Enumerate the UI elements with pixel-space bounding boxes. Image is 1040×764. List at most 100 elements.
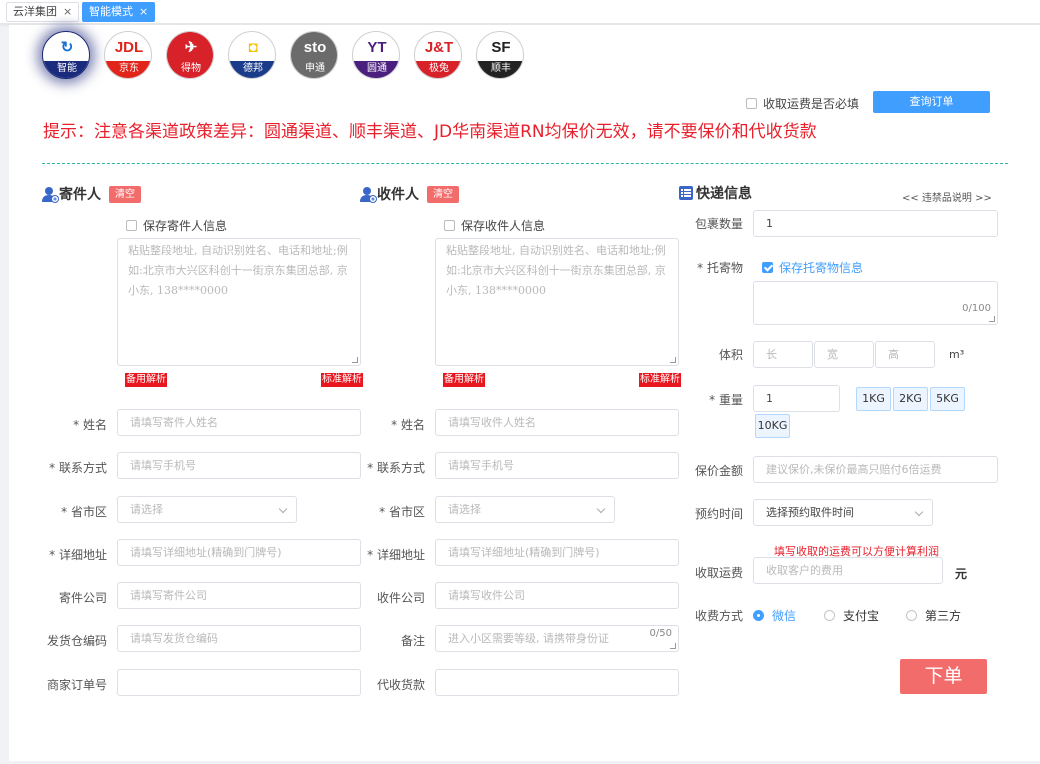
height-input[interactable]: 高 <box>875 341 935 368</box>
receiver-title: 收件人 清空 <box>360 184 459 204</box>
carrier-name: 智能 <box>43 61 89 78</box>
receiver-field-input[interactable]: 进入小区需要等级, 请携带身份证 0/50 <box>435 625 679 652</box>
user-icon <box>42 186 59 203</box>
sender-title-text: 寄件人 <box>59 187 101 203</box>
carrier-jt[interactable]: J&T 极兔 <box>414 31 462 79</box>
save-receiver-toggle[interactable]: 保存收件人信息 <box>444 217 545 234</box>
receiver-backup-parse-button[interactable]: 备用解析 <box>443 373 485 387</box>
weight-preset-2kg[interactable]: 2KG <box>893 387 928 411</box>
sender-field-input[interactable]: 请填写发货仓编码 <box>117 625 361 652</box>
resize-grip-icon[interactable] <box>670 357 676 363</box>
remark-counter: 0/50 <box>649 628 672 639</box>
payment-alipay-radio[interactable]: 支付宝 <box>824 607 879 624</box>
tab-yunyang[interactable]: 云洋集团 × <box>6 2 80 22</box>
carrier-name: 顺丰 <box>477 61 523 78</box>
sender-field-input[interactable]: 请填写寄件人姓名 <box>117 409 361 436</box>
sender-field-input[interactable]: 请填写详细地址(精确到门牌号) <box>117 539 361 566</box>
carrier-debang[interactable]: ✈ 得物 <box>166 31 214 79</box>
field-placeholder: 请选择 <box>448 503 481 516</box>
paste-placeholder: 粘贴整段地址, 自动识别姓名、电话和地址;例如:北京市大兴区科创十一街京东集团总… <box>446 244 666 297</box>
prohibited-items-link[interactable]: << 违禁品说明 >> <box>902 189 992 204</box>
field-placeholder: 请填写发货仓编码 <box>130 632 218 645</box>
radio-checked-icon[interactable] <box>753 610 764 621</box>
sender-field-input[interactable] <box>117 669 361 696</box>
carrier-name: 得物 <box>167 61 213 78</box>
length-input[interactable]: 长 <box>753 341 813 368</box>
weight-preset-5kg[interactable]: 5KG <box>930 387 965 411</box>
checkbox-checked-icon[interactable] <box>762 262 773 273</box>
resize-grip-icon[interactable] <box>989 316 995 322</box>
user-icon <box>360 186 377 203</box>
carrier-sf[interactable]: SF 顺丰 <box>476 31 524 79</box>
insured-input[interactable]: 建议保价,未保价最高只赔付6倍运费 <box>753 456 998 483</box>
receiver-field-input[interactable]: 请填写详细地址(精确到门牌号) <box>435 539 679 566</box>
tab-smart-mode[interactable]: 智能模式 × <box>82 2 156 22</box>
query-order-button[interactable]: 查询订单 <box>873 91 990 113</box>
receiver-field-input[interactable]: 请填写收件公司 <box>435 582 679 609</box>
sender-backup-parse-button[interactable]: 备用解析 <box>125 373 167 387</box>
sender-field-input[interactable]: 请填写寄件公司 <box>117 582 361 609</box>
receiver-region-select[interactable]: 请选择 <box>435 496 615 523</box>
resize-grip-icon[interactable] <box>670 643 676 649</box>
pickup-label: 预约时间 <box>694 507 743 521</box>
weight-preset-10kg[interactable]: 10KG <box>755 414 790 438</box>
sender-field-label: * 省市区 <box>61 505 107 519</box>
submit-order-button[interactable]: 下单 <box>900 659 987 694</box>
checkbox-icon[interactable] <box>746 98 757 109</box>
sender-field-label: * 联系方式 <box>49 461 107 475</box>
carrier-deppon[interactable]: ◘ 德邦 <box>228 31 276 79</box>
freight-required-label: 收取运费是否必填 <box>763 97 860 111</box>
carrier-smart[interactable]: ↻ 智能 <box>42 31 90 79</box>
carrier-sto[interactable]: sto 申通 <box>290 31 338 79</box>
receiver-standard-parse-button[interactable]: 标准解析 <box>639 373 681 387</box>
close-icon[interactable]: × <box>139 5 148 18</box>
sender-field-label: * 详细地址 <box>49 548 107 562</box>
resize-grip-icon[interactable] <box>352 357 358 363</box>
save-sender-toggle[interactable]: 保存寄件人信息 <box>126 217 227 234</box>
freight-required-toggle[interactable]: 收取运费是否必填 <box>746 95 859 112</box>
receiver-field-input[interactable] <box>435 669 679 696</box>
pickup-select[interactable]: 选择预约取件时间 <box>753 499 933 526</box>
carrier-logo-icon: SF <box>491 38 511 56</box>
carrier-yto[interactable]: YT 圆通 <box>352 31 400 79</box>
freight-label: 收取运费 <box>694 566 743 580</box>
payment-label: 收费方式 <box>694 609 743 623</box>
tab-label: 云洋集团 <box>13 5 57 18</box>
sender-paste-textarea[interactable]: 粘贴整段地址, 自动识别姓名、电话和地址;例如:北京市大兴区科创十一街京东集团总… <box>117 238 361 366</box>
save-receiver-label: 保存收件人信息 <box>461 219 546 233</box>
sender-clear-button[interactable]: 清空 <box>109 185 141 203</box>
sender-title: 寄件人 清空 <box>42 184 141 204</box>
receiver-paste-textarea[interactable]: 粘贴整段地址, 自动识别姓名、电话和地址;例如:北京市大兴区科创十一街京东集团总… <box>435 238 679 366</box>
receiver-clear-button[interactable]: 清空 <box>427 185 459 203</box>
save-sender-label: 保存寄件人信息 <box>143 219 228 233</box>
carrier-logo-icon: YT <box>367 38 387 56</box>
payment-wechat-radio[interactable]: 微信 <box>753 607 796 624</box>
weight-label: * 重量 <box>709 393 743 407</box>
receiver-field-label: 收件公司 <box>376 591 425 605</box>
radio-icon[interactable] <box>824 610 835 621</box>
width-input[interactable]: 宽 <box>814 341 874 368</box>
paste-placeholder: 粘贴整段地址, 自动识别姓名、电话和地址;例如:北京市大兴区科创十一街京东集团总… <box>128 244 348 297</box>
field-placeholder: 进入小区需要等级, 请携带身份证 <box>448 632 609 645</box>
save-item-toggle[interactable]: 保存托寄物信息 <box>762 259 863 276</box>
close-icon[interactable]: × <box>63 5 72 18</box>
package-count-input[interactable]: 1 <box>753 210 998 237</box>
carrier-jdl[interactable]: JDL 京东 <box>104 31 152 79</box>
sender-standard-parse-button[interactable]: 标准解析 <box>321 373 363 387</box>
item-textarea[interactable]: 0/100 <box>753 281 998 325</box>
express-title-text: 快递信息 <box>696 186 752 202</box>
payment-thirdparty-radio[interactable]: 第三方 <box>906 607 961 624</box>
weight-preset-1kg[interactable]: 1KG <box>856 387 891 411</box>
payment-option-label: 第三方 <box>925 609 962 623</box>
sender-region-select[interactable]: 请选择 <box>117 496 297 523</box>
radio-icon[interactable] <box>906 610 917 621</box>
chevron-down-icon <box>596 504 606 514</box>
sender-field-input[interactable]: 请填写手机号 <box>117 452 361 479</box>
receiver-field-input[interactable]: 请填写手机号 <box>435 452 679 479</box>
freight-input[interactable]: 收取客户的费用 <box>753 557 943 584</box>
checkbox-icon[interactable] <box>126 220 137 231</box>
receiver-field-input[interactable]: 请填写收件人姓名 <box>435 409 679 436</box>
checkbox-icon[interactable] <box>444 220 455 231</box>
weight-input[interactable]: 1 <box>753 385 840 412</box>
receiver-field-label: 备注 <box>400 634 425 648</box>
